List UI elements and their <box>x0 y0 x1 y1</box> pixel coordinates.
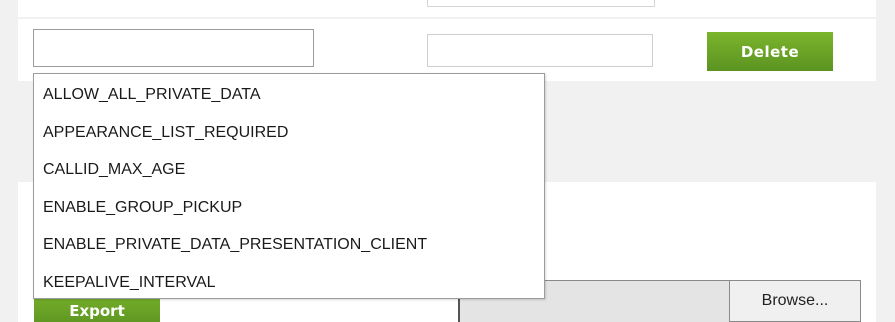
autocomplete-option-appearance-list-required[interactable]: APPEARANCE_LIST_REQUIRED <box>34 114 544 152</box>
autocomplete-option-keepalive-interval[interactable]: KEEPALIVE_INTERVAL <box>34 264 544 302</box>
autocomplete-option-allow-all-private-data[interactable]: ALLOW_ALL_PRIVATE_DATA <box>34 76 544 114</box>
autocomplete-option-enable-group-pickup[interactable]: ENABLE_GROUP_PICKUP <box>34 189 544 227</box>
browse-button[interactable]: Browse... <box>729 280 861 322</box>
autocomplete-option-callid-max-age[interactable]: CALLID_MAX_AGE <box>34 151 544 189</box>
previous-value-input[interactable] <box>427 0 655 7</box>
parameter-name-input[interactable] <box>33 29 314 67</box>
autocomplete-option-enable-private-data-presentation-client[interactable]: ENABLE_PRIVATE_DATA_PRESENTATION_CLIENT <box>34 226 544 264</box>
parameter-value-input[interactable] <box>427 34 653 67</box>
delete-button[interactable]: Delete <box>707 32 833 71</box>
settings-page: Delete alues Browse... Export ALLOW_ALL_… <box>0 0 895 322</box>
autocomplete-dropdown: ALLOW_ALL_PRIVATE_DATA APPEARANCE_LIST_R… <box>33 73 545 299</box>
